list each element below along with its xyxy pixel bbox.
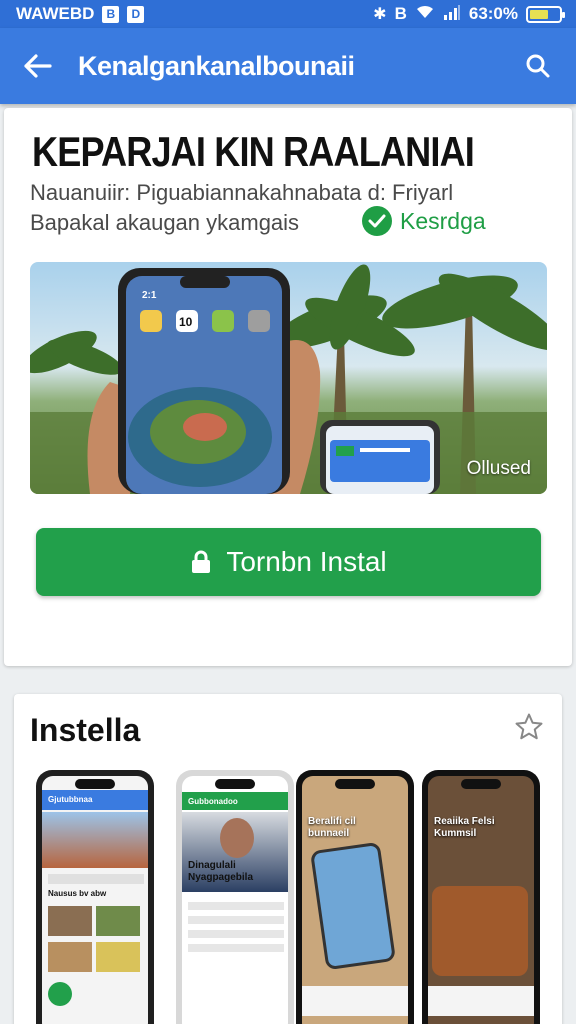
battery-level [530, 9, 548, 19]
arrow-left-icon [24, 54, 52, 78]
bluetooth-icon: ✱ [373, 6, 387, 23]
battery-percent: 63:0% [468, 4, 518, 23]
screenshot-1-caption: Nausus bv abw [48, 889, 107, 898]
signal-icon [443, 4, 461, 25]
app-subtitle-line1: Nauanuiir: Piguabiannakahnabata d: Friya… [30, 180, 454, 205]
wifi-icon [415, 4, 435, 25]
star-outline-icon [515, 713, 543, 740]
screenshots-card: Instella Gjutubbnaa Nausus bv abw Gubbon… [14, 694, 562, 1024]
app-bar: Kenalgankanalbounaii [0, 28, 576, 104]
app-bar-title: Kenalgankanalbounaii [78, 50, 355, 81]
app-name-heading: KEPARJAI KIN RAALANIAI [32, 128, 475, 175]
favorite-button[interactable] [514, 712, 548, 746]
svg-text:10: 10 [179, 315, 193, 329]
check-icon [362, 206, 392, 236]
app-info-card: KEPARJAI KIN RAALANIAI Nauanuiir: Piguab… [4, 108, 572, 666]
screenshot-thumbnail-4[interactable]: Reaiika Felsi Kummsil [422, 770, 540, 1024]
battery-icon [526, 5, 565, 23]
screenshot-4-caption: Reaiika Felsi Kummsil [434, 816, 495, 839]
screenshot-1-header: Gjutubbnaa [48, 795, 93, 804]
promo-banner-image: 2:1 10 Ollused [30, 262, 547, 494]
install-button[interactable]: Tornbn Instal [36, 528, 541, 596]
screenshot-3-caption: Beralifi cil bunnaeil [308, 816, 356, 839]
screenshot-2-header: Gubbonadoo [188, 797, 238, 806]
verified-badge: Kesrdga [362, 206, 486, 236]
app-subtitle-line2: Bapakal akaugan ykamgais [30, 210, 300, 235]
install-button-label: Tornbn Instal [226, 546, 387, 577]
screenshot-thumbnail-2[interactable]: Gubbonadoo Dinagulali Nyagpagebila [176, 770, 294, 1024]
status-bar: WAWEBD B D ✱ B 63:0% [0, 0, 576, 28]
svg-text:2:1: 2:1 [142, 290, 157, 301]
status-left: WAWEBD B D [16, 4, 145, 24]
screenshot-thumbnail-1[interactable]: Gjutubbnaa Nausus bv abw [36, 770, 154, 1024]
screenshot-2-caption: Dinagulali Nyagpagebila [188, 860, 254, 883]
notification-icon: B [102, 5, 120, 23]
verified-label: Kesrdga [400, 207, 486, 234]
banner-caption: Ollused [466, 458, 531, 479]
screenshots-heading: Instella [30, 712, 141, 748]
search-icon [526, 54, 550, 78]
status-signal-label: B [394, 4, 407, 23]
notification-icon-2: D [127, 5, 145, 23]
search-button[interactable] [518, 46, 558, 86]
screenshot-thumbnail-3[interactable]: Beralifi cil bunnaeil [296, 770, 414, 1024]
back-button[interactable] [18, 46, 58, 86]
carrier-label: WAWEBD [16, 4, 95, 23]
status-right: ✱ B 63:0% [373, 4, 565, 25]
lock-icon [192, 550, 211, 573]
